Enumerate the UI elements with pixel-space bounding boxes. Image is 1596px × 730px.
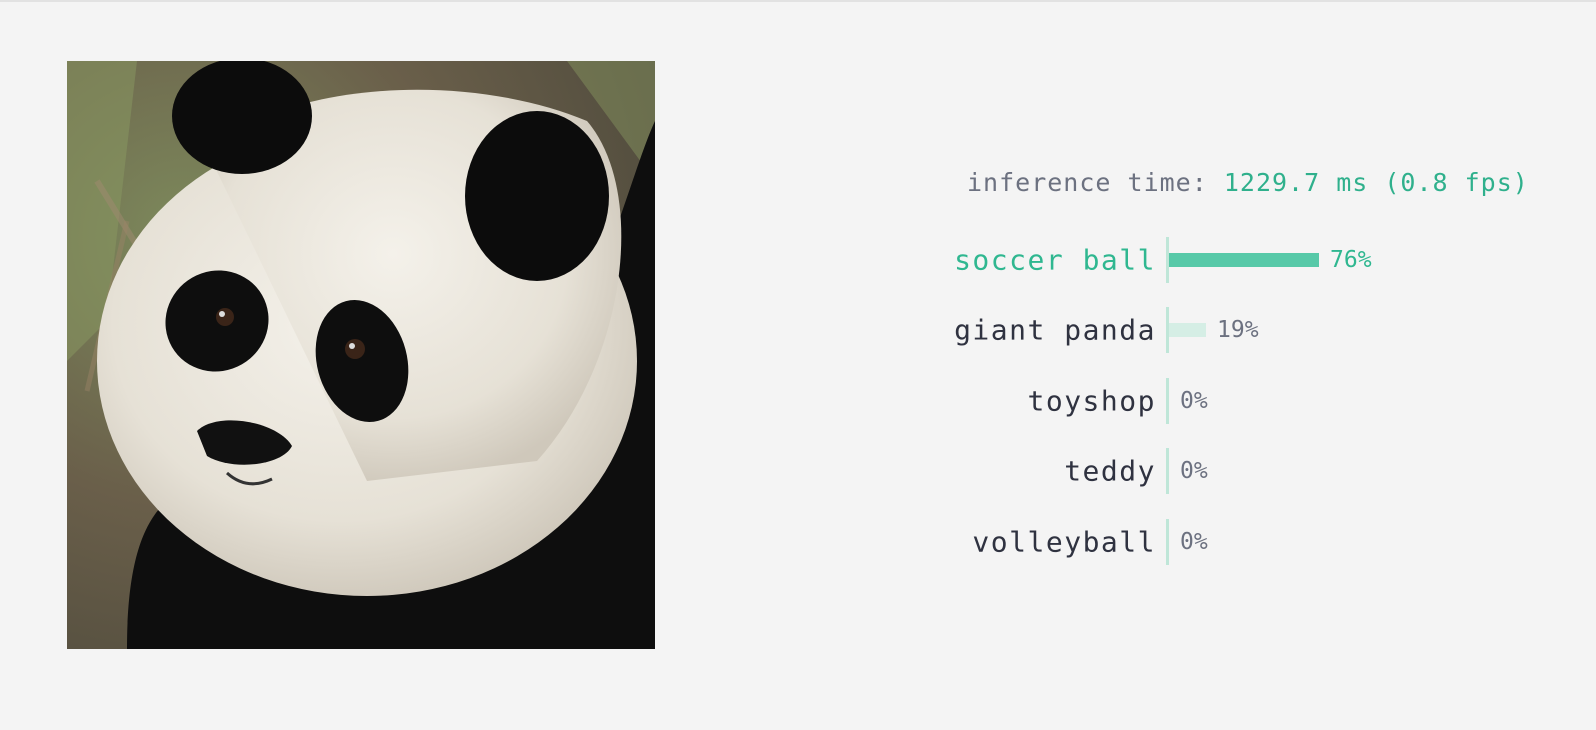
prediction-row: giant panda 19% [940, 307, 1560, 353]
prediction-label: toyshop [1027, 384, 1156, 418]
panda-image [67, 61, 655, 649]
prediction-label: giant panda [954, 313, 1156, 347]
bar-axis [1166, 448, 1169, 494]
top-divider [0, 0, 1596, 2]
inference-time: inference time: 1229.7 ms (0.8 fps) [967, 168, 1529, 197]
inference-time-value: 1229.7 ms (0.8 fps) [1223, 168, 1529, 197]
probability-bar [1169, 323, 1206, 337]
prediction-row: toyshop 0% [940, 378, 1560, 424]
prediction-label: soccer ball [954, 243, 1156, 277]
probability-percent: 0% [1180, 388, 1208, 414]
probability-percent: 0% [1180, 529, 1208, 555]
input-image [67, 61, 655, 649]
probability-percent: 0% [1180, 458, 1208, 484]
prediction-label: teddy [1064, 454, 1156, 488]
bar-axis [1166, 519, 1169, 565]
prediction-label: volleyball [972, 525, 1156, 559]
prediction-row: teddy 0% [940, 448, 1560, 494]
prediction-row: soccer ball 76% [940, 237, 1560, 283]
prediction-row: volleyball 0% [940, 519, 1560, 565]
inference-time-label: inference time: [967, 168, 1208, 197]
probability-percent: 76% [1330, 247, 1372, 273]
probability-bar [1169, 253, 1319, 267]
probability-percent: 19% [1217, 317, 1259, 343]
bar-axis [1166, 378, 1169, 424]
